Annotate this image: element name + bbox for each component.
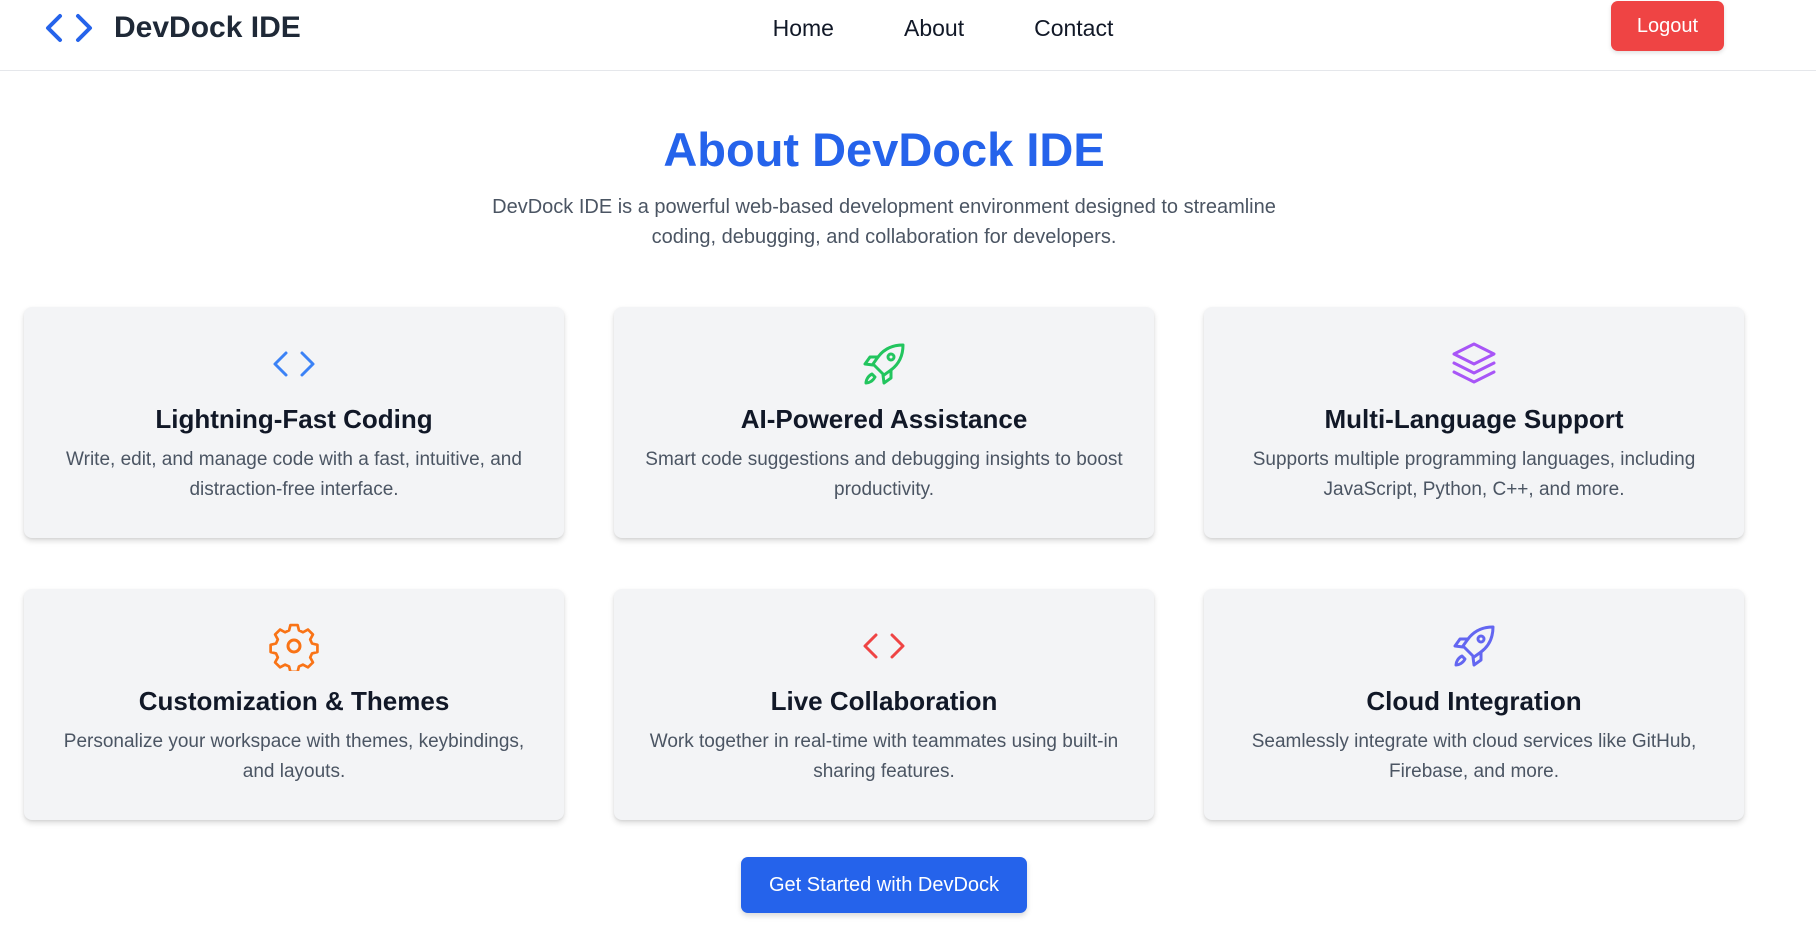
- feature-description: Work together in real-time with teammate…: [649, 731, 1119, 782]
- nav-contact-link[interactable]: Contact: [1034, 12, 1113, 44]
- nav-home-link[interactable]: Home: [773, 12, 834, 44]
- page-description: DevDock IDE is a powerful web-based deve…: [492, 196, 1276, 248]
- nav-about-link[interactable]: About: [904, 12, 964, 44]
- feature-description: Personalize your workspace with themes, …: [63, 731, 525, 782]
- feature-card-live-collaboration: Live Collaboration Work together in real…: [614, 589, 1154, 820]
- feature-description: Smart code suggestions and debugging ins…: [645, 449, 1123, 500]
- code-icon: [273, 351, 315, 377]
- main-nav: Home About Contact: [0, 12, 1816, 44]
- feature-title: Lightning-Fast Coding: [155, 404, 433, 434]
- feature-title: AI-Powered Assistance: [740, 404, 1028, 434]
- feature-card-lightning-fast-coding: Lightning-Fast Coding Write, edit, and m…: [24, 307, 564, 538]
- feature-card-multi-language-support: Multi-Language Support Supports multiple…: [1204, 307, 1744, 538]
- feature-card-ai-powered-assistance: AI-Powered Assistance Smart code suggest…: [614, 307, 1154, 538]
- get-started-button[interactable]: Get Started with DevDock: [741, 857, 1027, 913]
- code-icon: [863, 633, 905, 659]
- page-title: About DevDock IDE: [663, 123, 1105, 176]
- feature-card-customization-themes: Customization & Themes Personalize your …: [24, 589, 564, 820]
- rocket-icon: [863, 343, 905, 385]
- feature-title: Customization & Themes: [138, 686, 450, 716]
- feature-card-cloud-integration: Cloud Integration Seamlessly integrate w…: [1204, 589, 1744, 820]
- feature-description: Seamlessly integrate with cloud services…: [1251, 731, 1697, 782]
- feature-description: Supports multiple programming languages,…: [1252, 449, 1696, 500]
- feature-title: Cloud Integration: [1366, 686, 1582, 716]
- rocket-icon: [1453, 625, 1495, 667]
- feature-title: Multi-Language Support: [1324, 404, 1624, 434]
- gear-icon: [269, 623, 319, 671]
- navbar: DevDock IDE Home About Contact Logout: [0, 0, 1816, 71]
- features-grid: Lightning-Fast Coding Write, edit, and m…: [24, 307, 1744, 820]
- layers-icon: [1452, 342, 1496, 384]
- feature-description: Write, edit, and manage code with a fast…: [66, 449, 522, 500]
- feature-title: Live Collaboration: [770, 686, 998, 716]
- about-hero: About DevDock IDE DevDock IDE is a power…: [0, 118, 1768, 252]
- logout-button[interactable]: Logout: [1611, 1, 1724, 51]
